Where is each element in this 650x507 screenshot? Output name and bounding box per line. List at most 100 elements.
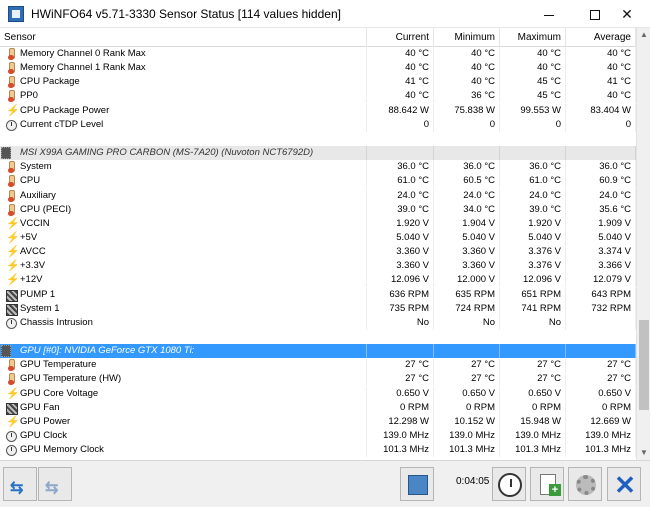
sensor-row[interactable]: PUMP 1 636 RPM 635 RPM 651 RPM 643 RPM: [0, 287, 636, 302]
maximum-value: 101.3 MHz: [500, 443, 566, 458]
current-value: 3.360 V: [367, 259, 434, 274]
sensor-name: +5V: [0, 230, 367, 245]
current-value: 12.298 W: [367, 414, 434, 429]
column-header-sensor[interactable]: Sensor: [0, 28, 367, 47]
sensor-name: System 1: [0, 301, 367, 316]
sensor-row[interactable]: System 1 735 RPM 724 RPM 741 RPM 732 RPM: [0, 301, 636, 316]
average-value: 40 °C: [566, 61, 636, 76]
minimum-value: 0.650 V: [434, 386, 500, 401]
average-value: 5.040 V: [566, 230, 636, 245]
sensor-row[interactable]: GPU Memory Clock 101.3 MHz 101.3 MHz 101.3 …: [0, 443, 636, 458]
sensor-group-row[interactable]: GPU [#0]: NVIDIA GeForce GTX 1080 Ti:: [0, 344, 636, 359]
sensor-name: Current cTDP Level: [0, 117, 367, 132]
sensor-row[interactable]: ⚡ +5V 5.040 V 5.040 V 5.040 V 5.040 V: [0, 230, 636, 245]
logging-button[interactable]: +: [530, 467, 564, 501]
sensor-row[interactable]: Auxiliary 24.0 °C 24.0 °C 24.0 °C 24.0 °C: [0, 188, 636, 203]
vertical-scrollbar[interactable]: ▲ ▼: [636, 28, 650, 460]
minimize-button[interactable]: [526, 0, 572, 28]
sensor-row[interactable]: Memory Channel 1 Rank Max 40 °C 40 °C 40 °C…: [0, 61, 636, 76]
scroll-up-arrow-icon[interactable]: ▲: [637, 28, 650, 42]
sensor-name: GPU Temperature (HW): [0, 372, 367, 387]
reset-timer-button[interactable]: [492, 467, 526, 501]
maximum-value: 3.376 V: [500, 259, 566, 274]
average-value: 40 °C: [566, 89, 636, 104]
current-value: 5.040 V: [367, 230, 434, 245]
sensor-row[interactable]: PP0 40 °C 36 °C 45 °C 40 °C: [0, 89, 636, 104]
sensor-grid[interactable]: Sensor Current Minimum Maximum Average M…: [0, 28, 636, 460]
sensor-name: PUMP 1: [0, 287, 367, 302]
minimum-value: 60.5 °C: [434, 174, 500, 189]
current-value: 101.3 MHz: [367, 443, 434, 458]
current-value: 39.0 °C: [367, 202, 434, 217]
maximum-value: 27 °C: [500, 358, 566, 373]
average-value: 27 °C: [566, 372, 636, 387]
maximum-value: 61.0 °C: [500, 174, 566, 189]
column-header-minimum[interactable]: Minimum: [434, 28, 500, 47]
average-value: 24.0 °C: [566, 188, 636, 203]
sensor-row[interactable]: CPU (PECI) 39.0 °C 34.0 °C 39.0 °C 35.6 °C: [0, 202, 636, 217]
sensor-row[interactable]: CPU 61.0 °C 60.5 °C 61.0 °C 60.9 °C: [0, 174, 636, 189]
minimum-value: 1.904 V: [434, 216, 500, 231]
sensor-name: CPU Package Power: [0, 103, 367, 118]
column-header-maximum[interactable]: Maximum: [500, 28, 566, 47]
sensor-name: GPU Memory Clock: [0, 443, 367, 458]
minimum-value: 36 °C: [434, 89, 500, 104]
sensor-row[interactable]: ⚡ AVCC 3.360 V 3.360 V 3.376 V 3.374 V: [0, 245, 636, 260]
sensor-row[interactable]: GPU Fan 0 RPM 0 RPM 0 RPM 0 RPM: [0, 400, 636, 415]
sensor-row[interactable]: Memory Channel 0 Rank Max 40 °C 40 °C 40 °C…: [0, 47, 636, 61]
sensor-row[interactable]: ⚡ +3.3V 3.360 V 3.360 V 3.376 V 3.366 V: [0, 259, 636, 274]
scrollbar-thumb[interactable]: [639, 320, 649, 410]
sensor-row[interactable]: ⚡ +12V 12.096 V 12.000 V 12.096 V 12.079 V: [0, 273, 636, 288]
sensor-row[interactable]: Current cTDP Level 0 0 0 0: [0, 117, 636, 132]
sensor-row[interactable]: System 36.0 °C 36.0 °C 36.0 °C 36.0 °C: [0, 160, 636, 175]
maximum-value: 36.0 °C: [500, 160, 566, 175]
minimum-value: 36.0 °C: [434, 160, 500, 175]
bottom-toolbar: ⇆ ⇆ 0:04:05 + ✕: [0, 460, 650, 507]
sensor-row[interactable]: CPU Package 41 °C 40 °C 45 °C 41 °C: [0, 75, 636, 90]
average-value: 0.650 V: [566, 386, 636, 401]
column-header-average[interactable]: Average: [566, 28, 636, 47]
sensor-row[interactable]: GPU Temperature 27 °C 27 °C 27 °C 27 °C: [0, 358, 636, 373]
sensor-row[interactable]: ⚡ VCCIN 1.920 V 1.904 V 1.920 V 1.909 V: [0, 216, 636, 231]
current-value: 24.0 °C: [367, 188, 434, 203]
group-empty-cell: [500, 146, 566, 161]
sensor-group-row[interactable]: MSI X99A GAMING PRO CARBON (MS-7A20) (Nu…: [0, 146, 636, 161]
expand-columns-button[interactable]: ⇆: [3, 467, 37, 501]
sensor-row[interactable]: ⚡ GPU Power 12.298 W 10.152 W 15.948 W 12.669…: [0, 414, 636, 429]
sensor-row[interactable]: Chassis Intrusion No No No: [0, 315, 636, 330]
average-value: 36.0 °C: [566, 160, 636, 175]
average-value: 12.079 V: [566, 273, 636, 288]
minimum-value: 10.152 W: [434, 414, 500, 429]
maximum-value: 139.0 MHz: [500, 429, 566, 444]
sensor-name: CPU (PECI): [0, 202, 367, 217]
collapse-columns-button[interactable]: ⇆: [38, 467, 72, 501]
scroll-down-arrow-icon[interactable]: ▼: [637, 446, 650, 460]
sensor-row[interactable]: GPU Clock 139.0 MHz 139.0 MHz 139.0 MHz 139.…: [0, 429, 636, 444]
maximum-value: 40 °C: [500, 61, 566, 76]
minimum-value: 3.360 V: [434, 259, 500, 274]
current-value: 3.360 V: [367, 245, 434, 260]
group-empty-cell: [434, 344, 500, 359]
sensor-name: GPU Clock: [0, 429, 367, 444]
window-title: HWiNFO64 v5.71-3330 Sensor Status [114 v…: [31, 7, 341, 21]
minimum-value: 40 °C: [434, 61, 500, 76]
average-value: 0: [566, 117, 636, 132]
sensor-row[interactable]: ⚡ CPU Package Power 88.642 W 75.838 W 99.553…: [0, 103, 636, 118]
average-value: 139.0 MHz: [566, 429, 636, 444]
sensor-row[interactable]: ⚡ GPU Core Voltage 0.650 V 0.650 V 0.650 V 0.…: [0, 386, 636, 401]
sensor-row[interactable]: GPU Temperature (HW) 27 °C 27 °C 27 °C 27 °C: [0, 372, 636, 387]
maximum-value: 12.096 V: [500, 273, 566, 288]
network-button[interactable]: [400, 467, 434, 501]
sensor-name: Memory Channel 0 Rank Max: [0, 47, 367, 61]
close-sensors-button[interactable]: ✕: [607, 467, 641, 501]
settings-button[interactable]: [568, 467, 602, 501]
close-window-button[interactable]: ✕: [604, 0, 650, 28]
sensor-name: Memory Channel 1 Rank Max: [0, 61, 367, 76]
column-header-current[interactable]: Current: [367, 28, 434, 47]
maximum-value: 1.920 V: [500, 216, 566, 231]
average-value: 3.366 V: [566, 259, 636, 274]
maximum-value: 3.376 V: [500, 245, 566, 260]
add-icon: +: [549, 484, 561, 496]
average-value: 1.909 V: [566, 216, 636, 231]
current-value: 36.0 °C: [367, 160, 434, 175]
